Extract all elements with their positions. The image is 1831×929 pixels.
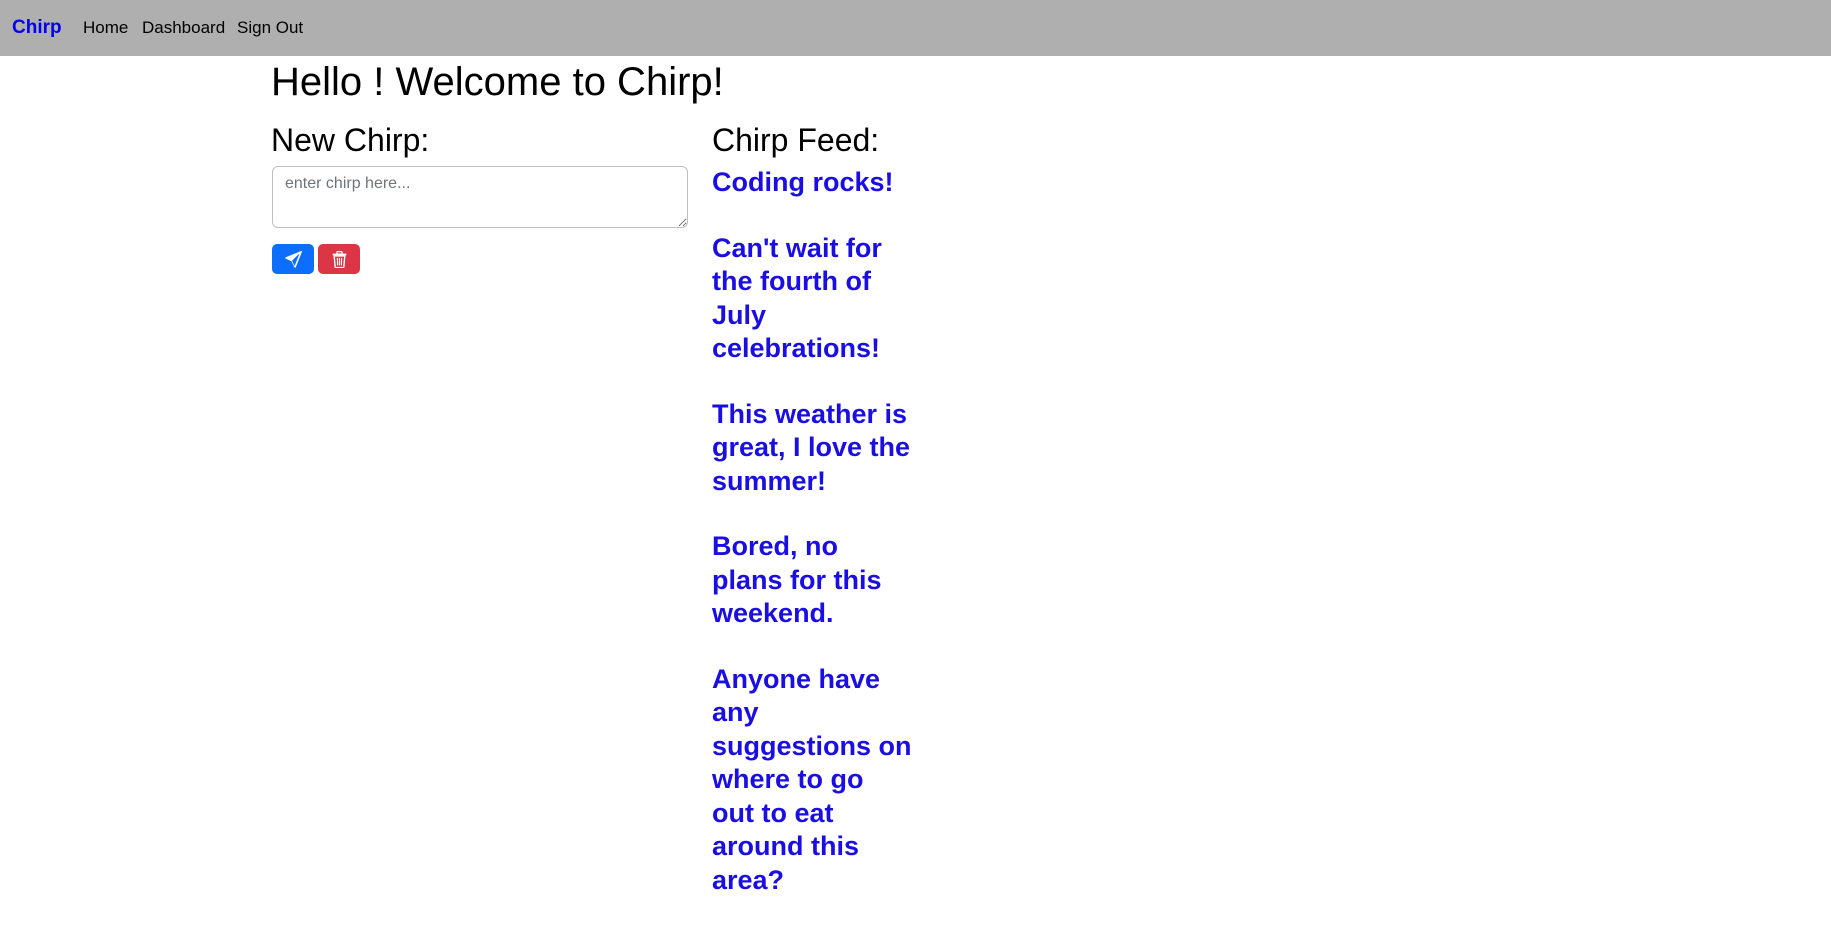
chirp-feed-list: Coding rocks! Can't wait for the fourth … bbox=[712, 166, 912, 929]
chirp-feed-item: This weather is great, I love the summer… bbox=[712, 398, 912, 499]
navbar: Chirp Home Dashboard Sign Out bbox=[0, 0, 1831, 56]
nav-home-link[interactable]: Home bbox=[83, 17, 128, 39]
trash-icon bbox=[332, 251, 347, 268]
chirp-feed-item: Can't wait for the fourth of July celebr… bbox=[712, 232, 912, 366]
chirp-input[interactable] bbox=[272, 166, 688, 228]
brand-link[interactable]: Chirp bbox=[12, 17, 62, 39]
nav-dashboard-link[interactable]: Dashboard bbox=[142, 17, 225, 39]
chirp-feed-heading: Chirp Feed: bbox=[712, 120, 879, 160]
send-chirp-button[interactable] bbox=[272, 244, 314, 274]
new-chirp-heading: New Chirp: bbox=[271, 120, 429, 160]
nav-signout-link[interactable]: Sign Out bbox=[237, 17, 303, 39]
chirp-feed-item: Anyone have any suggestions on where to … bbox=[712, 663, 912, 898]
clear-chirp-button[interactable] bbox=[318, 244, 360, 274]
page-title: Hello ! Welcome to Chirp! bbox=[271, 58, 724, 106]
paper-plane-icon bbox=[285, 251, 302, 268]
chirp-feed-item: Bored, no plans for this weekend. bbox=[712, 530, 912, 631]
chirp-feed-item: Coding rocks! bbox=[712, 166, 912, 200]
